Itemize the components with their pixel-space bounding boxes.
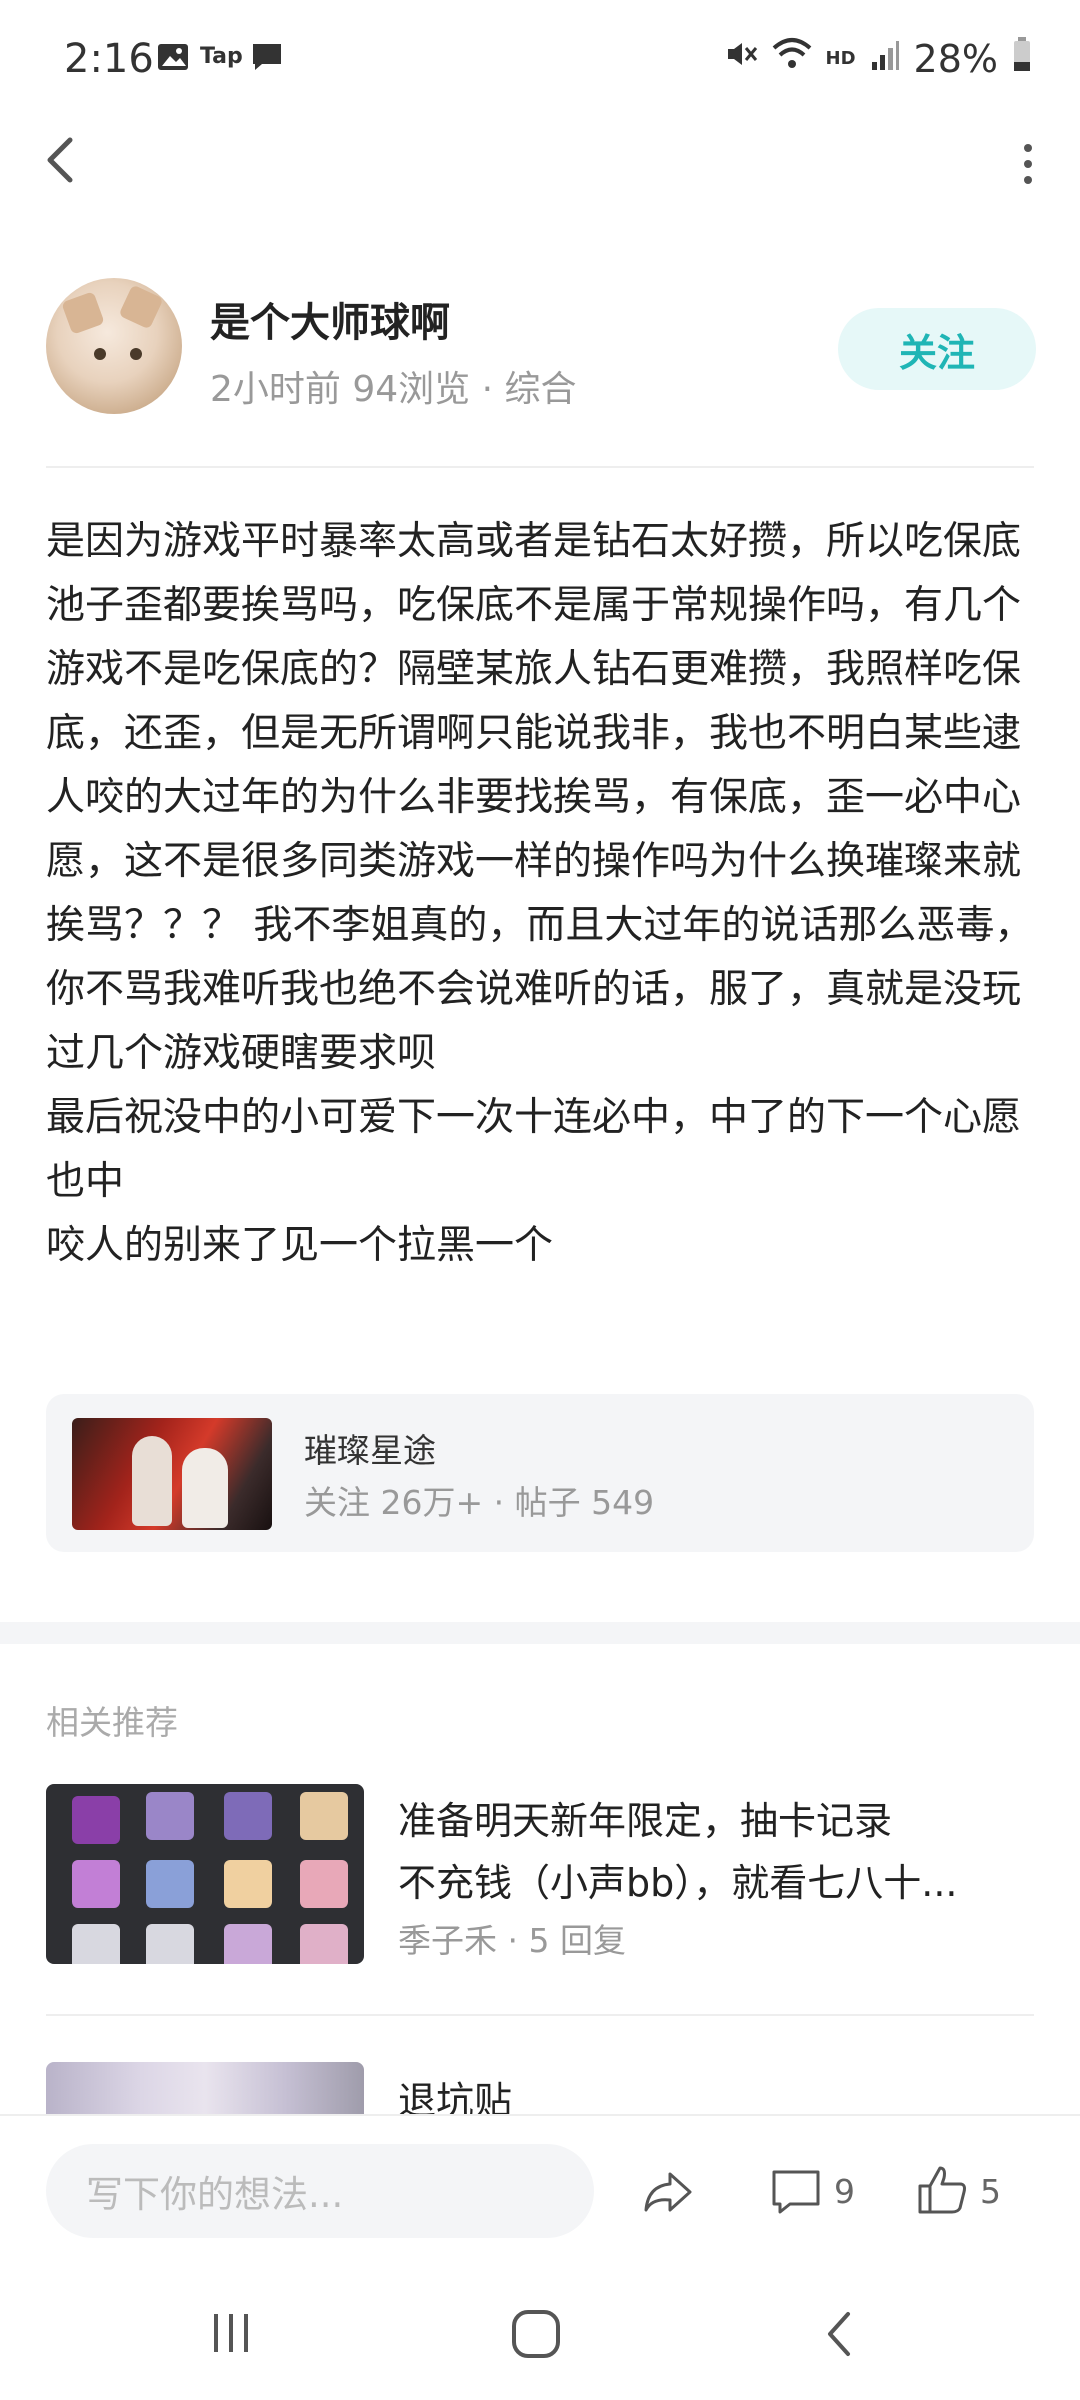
back-arrow-icon[interactable] [40,130,84,190]
comment-count: 9 [834,2172,855,2211]
divider [46,466,1034,468]
recommend-meta: 季子禾 · 5 回复 [398,1921,626,1960]
tap-icon: Tap [200,44,243,69]
topic-title: 璀璨星途 [304,1431,436,1470]
post-meta: 2小时前 94浏览 · 综合 [210,369,577,410]
topic-card[interactable]: 璀璨星途 关注 26万+ · 帖子 549 [46,1394,1034,1552]
share-icon[interactable] [640,2164,696,2224]
mute-icon [722,36,758,81]
topic-cover-image [72,1418,272,1530]
recent-apps-icon[interactable] [208,2310,254,2360]
battery-percent: 28% [913,36,998,81]
home-icon[interactable] [508,2306,564,2366]
recommend-thumbnail[interactable] [46,1784,364,1964]
status-right: HD 28% [722,36,1032,81]
topic-meta: 关注 26万+ · 帖子 549 [304,1483,655,1522]
like-icon[interactable] [914,2162,970,2222]
message-icon [250,40,284,78]
recommend-header: 相关推荐 [46,1703,178,1742]
hd-label: HD [825,48,856,69]
recommend-title[interactable]: 准备明天新年限定，抽卡记录 [398,1790,892,1845]
status-time: 2:16 [64,36,154,82]
comment-input[interactable]: 写下你的想法... [46,2144,594,2238]
battery-icon [1012,36,1032,81]
divider [46,2014,1034,2016]
follow-button[interactable]: 关注 [838,308,1036,390]
section-separator [0,1622,1080,1644]
like-count: 5 [980,2172,1001,2211]
author-name[interactable]: 是个大师球啊 [210,290,450,348]
signal-icon [870,37,900,81]
more-options-icon[interactable] [1016,140,1040,190]
post-content: 是因为游戏平时暴率太高或者是钻石太好攒，所以吃保底池子歪都要挨骂吗，吃保底不是属… [46,519,1034,1268]
wifi-icon [772,36,812,81]
avatar[interactable] [46,278,182,414]
image-icon [156,40,190,78]
comment-icon[interactable] [768,2164,824,2224]
recommend-thumbnail[interactable] [46,2062,364,2116]
system-back-icon[interactable] [820,2308,860,2364]
recommend-title[interactable]: 不充钱（小声bb），就看七八十... [398,1852,957,1907]
